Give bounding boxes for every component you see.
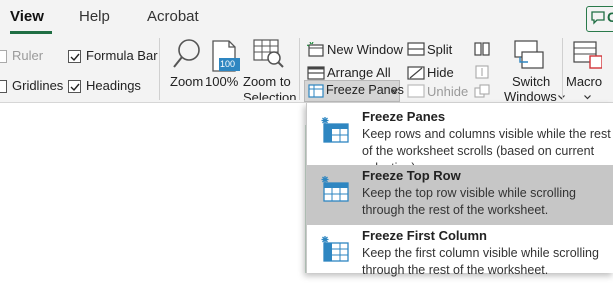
- chevron-down-icon: [391, 89, 398, 94]
- arrange-all-button[interactable]: Arrange All: [327, 65, 391, 80]
- tab-view[interactable]: View: [10, 8, 44, 25]
- zoom-to-selection-label-line2: Selection: [243, 90, 297, 100]
- split-button[interactable]: Split: [427, 42, 452, 57]
- menu-item-freeze-first-column[interactable]: Freeze First Column Keep the first colum…: [307, 225, 613, 285]
- arrange-all-icon: [307, 66, 325, 80]
- switch-windows-button[interactable]: Switch Windows: [498, 38, 565, 104]
- view-side-by-side-icon[interactable]: [474, 42, 490, 56]
- magnifier-icon: [173, 39, 200, 68]
- formula-bar-checkbox[interactable]: [68, 50, 81, 63]
- active-tab-indicator: [10, 31, 52, 34]
- macros-button[interactable]: Macro: [566, 38, 613, 100]
- split-icon: [407, 42, 425, 56]
- freeze-panes-button[interactable]: Freeze Panes: [304, 80, 404, 102]
- ruler-checkbox[interactable]: [0, 50, 7, 63]
- zoom-to-selection-button[interactable]: Zoom to Selection: [242, 38, 296, 100]
- zoom-100-icon-text: 100: [220, 59, 236, 69]
- checkmark-icon: [70, 53, 80, 62]
- chevron-down-icon: [584, 95, 591, 100]
- menu-item-freeze-panes[interactable]: Freeze Panes Keep rows and columns visib…: [307, 106, 613, 175]
- zoom-button[interactable]: Zoom: [164, 38, 208, 100]
- gridlines-label: Gridlines: [12, 78, 64, 93]
- group-separator: [562, 38, 563, 100]
- share-button[interactable]: C: [586, 6, 613, 32]
- formula-bar-label: Formula Bar: [86, 48, 158, 63]
- menu-item-title: Freeze First Column: [362, 228, 487, 243]
- menu-item-description: Keep the first column visible while scro…: [362, 246, 599, 277]
- freeze-panes-icon: [308, 84, 324, 98]
- zoom-100-button[interactable]: 100 100%: [204, 38, 244, 100]
- unhide-button[interactable]: Unhide: [427, 84, 468, 99]
- headings-label: Headings: [86, 78, 141, 93]
- synchronous-scrolling-icon[interactable]: [474, 64, 490, 80]
- menu-item-title: Freeze Top Row: [362, 168, 461, 183]
- tab-acrobat[interactable]: Acrobat: [147, 8, 199, 25]
- freeze-panes-menu: Freeze Panes Keep rows and columns visib…: [306, 103, 613, 277]
- switch-windows-icon: [514, 40, 544, 69]
- headings-checkbox[interactable]: [68, 80, 81, 93]
- freeze-panes-icon: [321, 117, 349, 143]
- ruler-label: Ruler: [12, 48, 44, 63]
- hide-icon: [407, 66, 425, 80]
- reset-window-position-icon[interactable]: [474, 84, 490, 100]
- zoom-selection-icon: [253, 39, 284, 68]
- share-button-label: C: [607, 9, 613, 25]
- freeze-first-column-icon: [321, 236, 349, 262]
- gridlines-checkbox[interactable]: [0, 80, 7, 93]
- comment-icon: [591, 11, 605, 25]
- menu-item-freeze-top-row[interactable]: Freeze Top Row Keep the top row visible …: [307, 165, 613, 225]
- freeze-top-row-icon: [321, 176, 349, 202]
- switch-windows-label-line2: Windows: [504, 89, 557, 104]
- group-separator: [159, 38, 160, 100]
- ribbon-tab-bar: View Help Acrobat: [0, 0, 613, 35]
- menu-item-title: Freeze Panes: [362, 109, 446, 124]
- new-window-button[interactable]: New Window: [327, 42, 403, 57]
- menu-item-description: Keep the top row visible while scrolling…: [362, 186, 576, 217]
- hide-button[interactable]: Hide: [427, 65, 454, 80]
- tab-help[interactable]: Help: [79, 8, 110, 25]
- macros-label: Macro: [566, 74, 603, 89]
- unhide-icon: [407, 84, 425, 98]
- switch-windows-label: Switch: [512, 74, 551, 89]
- zoom-to-selection-label: Zoom to: [243, 74, 291, 89]
- new-window-icon: [307, 42, 324, 57]
- zoom-100-label: 100%: [205, 74, 239, 89]
- zoom-label: Zoom: [170, 74, 204, 89]
- checkmark-icon: [70, 83, 80, 92]
- group-separator: [299, 38, 300, 100]
- macros-icon: [573, 41, 602, 69]
